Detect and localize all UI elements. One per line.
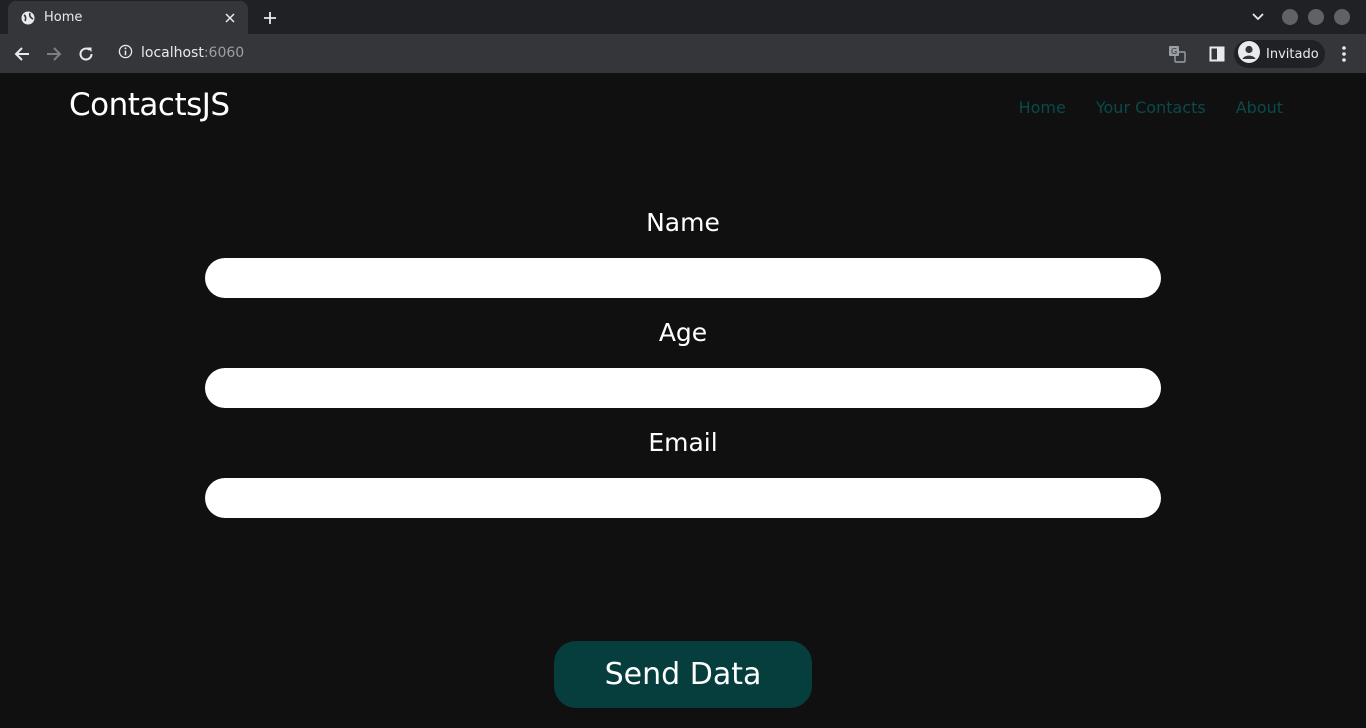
contact-form: Name Age Email xyxy=(205,203,1161,533)
avatar-icon xyxy=(1238,41,1260,67)
more-menu-icon[interactable] xyxy=(1333,43,1355,65)
page-content: ContactsJS Home Your Contacts About Name… xyxy=(0,73,1366,728)
age-label: Age xyxy=(658,318,708,347)
minimize-window-button[interactable] xyxy=(1282,9,1298,25)
main-nav: Home Your Contacts About xyxy=(1019,98,1283,117)
profile-name: Invitado xyxy=(1266,46,1319,62)
name-input[interactable] xyxy=(205,258,1161,298)
chevron-down-icon[interactable] xyxy=(1249,9,1267,25)
name-label: Name xyxy=(646,208,720,237)
reload-icon[interactable] xyxy=(75,43,97,65)
globe-icon xyxy=(20,10,36,26)
site-logo[interactable]: ContactsJS xyxy=(69,87,230,123)
email-label: Email xyxy=(648,428,718,457)
nav-link-home[interactable]: Home xyxy=(1019,98,1066,117)
nav-link-about[interactable]: About xyxy=(1236,98,1283,117)
browser-tabstrip: Home xyxy=(0,0,1366,34)
url-text: localhost:6060 xyxy=(141,45,244,61)
url-port: :6060 xyxy=(203,45,245,61)
tab-title: Home xyxy=(44,10,83,25)
email-input[interactable] xyxy=(205,478,1161,518)
side-panel-icon[interactable] xyxy=(1206,43,1228,65)
info-icon[interactable] xyxy=(118,44,133,63)
browser-tab[interactable]: Home xyxy=(8,1,248,34)
maximize-window-button[interactable] xyxy=(1308,9,1324,25)
close-tab-icon[interactable] xyxy=(222,10,238,26)
profile-button[interactable]: Invitado xyxy=(1234,40,1325,68)
forward-arrow-icon[interactable] xyxy=(43,43,65,65)
close-window-button[interactable] xyxy=(1334,9,1350,25)
translate-icon[interactable]: G xyxy=(1166,43,1188,65)
back-arrow-icon[interactable] xyxy=(11,43,33,65)
age-input[interactable] xyxy=(205,368,1161,408)
svg-text:G: G xyxy=(1171,47,1177,56)
url-host: localhost xyxy=(141,45,204,61)
nav-link-your-contacts[interactable]: Your Contacts xyxy=(1096,98,1206,117)
browser-toolbar: localhost:6060 G Invitado xyxy=(0,34,1366,73)
address-bar[interactable]: localhost:6060 xyxy=(108,38,1198,68)
send-data-button[interactable]: Send Data xyxy=(554,641,812,708)
new-tab-icon[interactable] xyxy=(260,8,280,28)
